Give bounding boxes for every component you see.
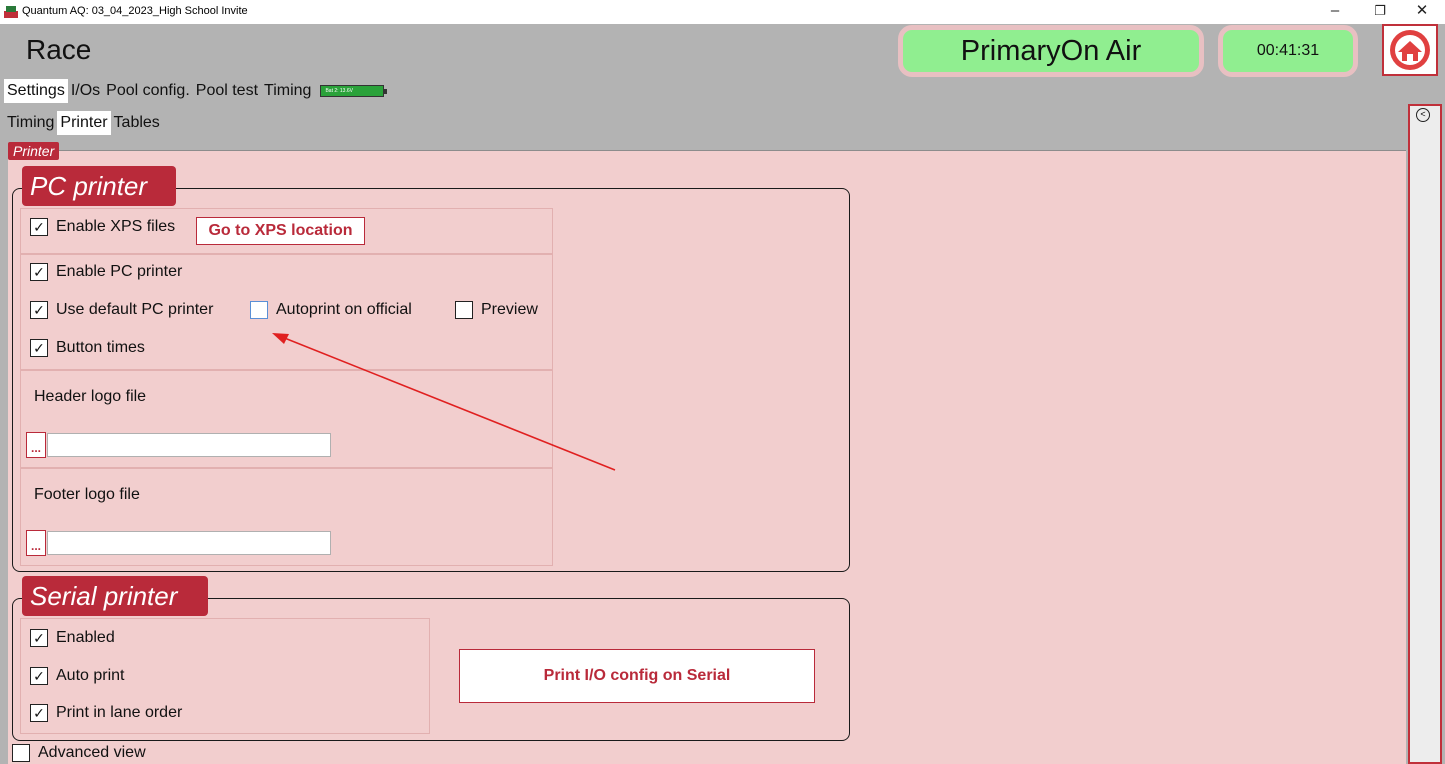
autoprint-row[interactable]: Autoprint on official: [250, 301, 412, 319]
battery-indicator: Bat 2: 13.6V: [320, 85, 388, 97]
preview-checkbox[interactable]: [455, 301, 473, 319]
button-times-row[interactable]: ✓ Button times: [30, 339, 145, 357]
app-icon: [4, 6, 18, 18]
annotation-arrow: [272, 333, 616, 471]
header-logo-label: Header logo file: [34, 388, 147, 405]
use-default-checkbox[interactable]: ✓: [30, 301, 48, 319]
enable-xps-checkbox[interactable]: ✓: [30, 218, 48, 236]
serial-enabled-label: Enabled: [56, 629, 115, 646]
enable-pc-checkbox[interactable]: ✓: [30, 263, 48, 281]
subtab-timing[interactable]: Timing: [4, 111, 57, 135]
lane-order-row[interactable]: ✓ Print in lane order: [30, 704, 182, 722]
advanced-view-label: Advanced view: [38, 744, 146, 761]
home-icon: [1390, 30, 1430, 70]
advanced-view-row[interactable]: Advanced view: [12, 744, 146, 762]
tab-timing[interactable]: Timing: [261, 79, 314, 103]
enable-xps-label: Enable XPS files: [56, 218, 176, 235]
enable-pc-label: Enable PC printer: [56, 263, 183, 280]
header-logo-browse-button[interactable]: ...: [26, 432, 46, 458]
tab-pool-test[interactable]: Pool test: [193, 79, 261, 103]
status-indicator: PrimaryOn Air: [898, 25, 1204, 77]
tab-settings[interactable]: Settings: [4, 79, 68, 103]
enable-pc-row[interactable]: ✓ Enable PC printer: [30, 263, 182, 281]
pc-printer-header: PC printer: [22, 166, 176, 206]
goto-xps-button[interactable]: Go to XPS location: [196, 217, 365, 245]
advanced-view-checkbox[interactable]: [12, 744, 30, 762]
side-panel[interactable]: <: [1408, 104, 1442, 764]
subtab-printer[interactable]: Printer: [57, 111, 111, 135]
footer-logo-label: Footer logo file: [34, 486, 140, 503]
tab-ios[interactable]: I/Os: [68, 79, 103, 103]
restore-button[interactable]: ❐: [1360, 0, 1400, 24]
page-title: Race: [26, 34, 92, 65]
window-title: Quantum AQ: 03_04_2023_High School Invit…: [22, 5, 248, 17]
timer-display: 00:41:31: [1218, 25, 1358, 77]
tab-pool-config[interactable]: Pool config.: [103, 79, 193, 103]
auto-print-label: Auto print: [56, 667, 125, 684]
auto-print-row[interactable]: ✓ Auto print: [30, 667, 124, 685]
button-times-checkbox[interactable]: ✓: [30, 339, 48, 357]
serial-enabled-checkbox[interactable]: ✓: [30, 629, 48, 647]
enable-xps-row[interactable]: ✓ Enable XPS files: [30, 218, 175, 236]
button-times-label: Button times: [56, 339, 145, 356]
section-tag: Printer: [8, 142, 60, 160]
footer-logo-browse-button[interactable]: ...: [26, 530, 46, 556]
main-tabs: Settings I/Os Pool config. Pool test Tim…: [4, 79, 388, 103]
autoprint-checkbox[interactable]: [250, 301, 268, 319]
close-button[interactable]: ✕: [1402, 0, 1442, 24]
minimize-button[interactable]: –: [1315, 0, 1355, 24]
sub-tabs: Timing Printer Tables: [4, 111, 163, 135]
title-bar: Quantum AQ: 03_04_2023_High School Invit…: [0, 0, 1445, 24]
serial-printer-header: Serial printer: [22, 576, 208, 616]
preview-label: Preview: [481, 301, 538, 318]
footer-logo-input[interactable]: [47, 531, 331, 555]
lane-order-checkbox[interactable]: ✓: [30, 704, 48, 722]
serial-enabled-row[interactable]: ✓ Enabled: [30, 629, 115, 647]
use-default-row[interactable]: ✓ Use default PC printer: [30, 301, 213, 319]
collapse-arrow-icon[interactable]: <: [1416, 108, 1430, 122]
lane-order-label: Print in lane order: [56, 704, 183, 721]
subtab-tables[interactable]: Tables: [111, 111, 163, 135]
use-default-label: Use default PC printer: [56, 301, 214, 318]
print-io-config-button[interactable]: Print I/O config on Serial: [459, 649, 815, 703]
preview-row[interactable]: Preview: [455, 301, 538, 319]
auto-print-checkbox[interactable]: ✓: [30, 667, 48, 685]
autoprint-label: Autoprint on official: [276, 301, 412, 318]
home-button[interactable]: [1382, 24, 1438, 76]
